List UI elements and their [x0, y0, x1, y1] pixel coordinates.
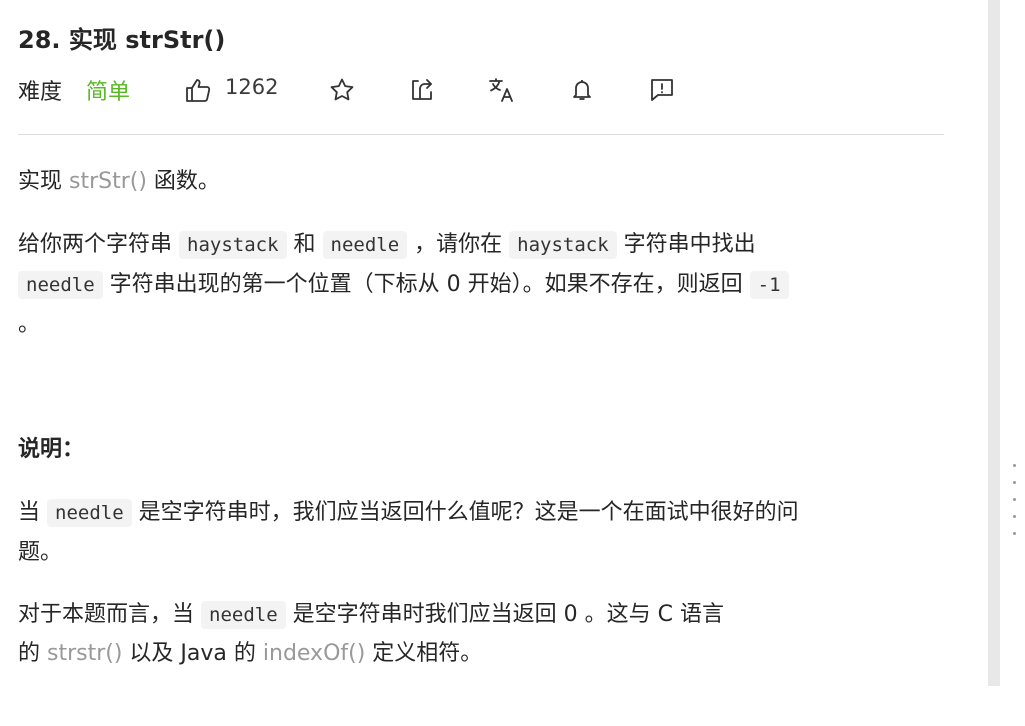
note-paragraph-2-line-2: 的 strstr() 以及 Java 的 indexOf() 定义相符。	[18, 634, 482, 674]
problem-meta-bar: 难度 简单 1262	[18, 72, 718, 108]
inline-code: needle	[322, 231, 408, 259]
thumbs-up-icon[interactable]	[184, 76, 212, 104]
dot	[1013, 532, 1016, 535]
inline-code: needle	[47, 499, 132, 527]
feedback-icon[interactable]	[648, 76, 676, 104]
like-count: 1262	[225, 75, 279, 99]
inline-code: haystack	[179, 231, 287, 259]
function-name: strstr()	[47, 641, 123, 666]
bell-icon[interactable]	[568, 76, 596, 104]
dot	[1013, 515, 1016, 518]
text: 和	[286, 232, 323, 257]
text: 函数。	[146, 169, 220, 194]
text: 是空字符串时我们应当返回 0 。这与 C 语言	[285, 602, 724, 627]
text: 给你两个字符串	[18, 232, 179, 257]
inline-code: needle	[18, 271, 103, 299]
text: 以及 Java 的	[122, 641, 263, 666]
text: 对于本题而言，当	[18, 602, 201, 627]
function-name: strStr()	[69, 169, 147, 194]
inline-code: haystack	[509, 231, 617, 259]
star-icon[interactable]	[328, 76, 356, 104]
vertical-scrollbar[interactable]	[988, 0, 1000, 686]
text: 是空字符串时，我们应当返回什么值呢？这是一个在面试中很好的问	[131, 500, 799, 525]
note-heading: 说明：	[18, 437, 85, 462]
text: 题。	[18, 540, 63, 565]
problem-title: 28. 实现 strStr()	[18, 26, 226, 54]
dot	[1013, 498, 1016, 501]
text: 的	[18, 641, 47, 666]
dot	[1013, 464, 1016, 467]
text: 字符串出现的第一个位置（下标从 0 开始）。如果不存在，则返回	[102, 272, 750, 297]
resize-handle[interactable]	[1013, 464, 1019, 549]
text: 定义相符。	[365, 641, 483, 666]
description-paragraph-1: 实现 strStr() 函数。	[18, 162, 220, 202]
difficulty-value: 简单	[86, 80, 131, 105]
share-icon[interactable]	[408, 76, 436, 104]
description-paragraph-2-line-2: needle 字符串出现的第一个位置（下标从 0 开始）。如果不存在，则返回 -…	[18, 265, 789, 305]
difficulty-label: 难度	[18, 80, 63, 105]
header-divider	[18, 134, 944, 135]
translate-icon[interactable]	[488, 76, 516, 104]
description-paragraph-2-line-3: 。	[18, 305, 40, 345]
text: 。	[18, 312, 41, 337]
text: ，请你在	[407, 232, 510, 257]
inline-code: needle	[201, 601, 286, 629]
note-paragraph-1-line-1: 当 needle 是空字符串时，我们应当返回什么值呢？这是一个在面试中很好的问	[18, 493, 799, 533]
dot	[1013, 481, 1016, 484]
text: 当	[18, 500, 47, 525]
note-paragraph-1-line-2: 题。	[18, 533, 62, 573]
inline-code: -1	[749, 271, 789, 299]
text: 字符串中找出	[616, 232, 756, 257]
text: 实现	[18, 169, 69, 194]
function-name: indexOf()	[262, 641, 366, 666]
description-paragraph-2-line-1: 给你两个字符串 haystack 和 needle ，请你在 haystack …	[18, 225, 756, 265]
note-paragraph-2-line-1: 对于本题而言，当 needle 是空字符串时我们应当返回 0 。这与 C 语言	[18, 595, 724, 635]
